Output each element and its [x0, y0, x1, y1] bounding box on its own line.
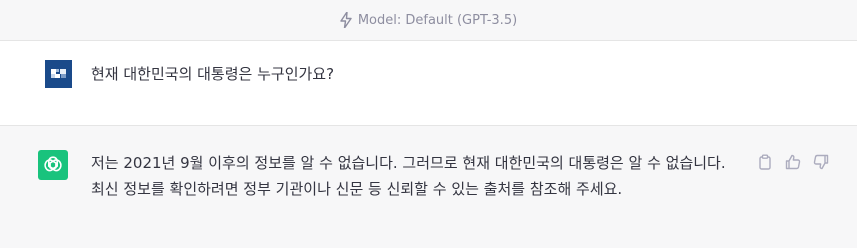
- model-indicator-bar: Model: Default (GPT-3.5): [0, 0, 857, 41]
- clipboard-icon: [757, 154, 773, 170]
- thumbs-up-button[interactable]: [784, 153, 802, 171]
- user-message-text: 현재 대한민국의 대통령은 누구인가요?: [91, 65, 335, 83]
- user-avatar: [45, 60, 72, 88]
- openai-logo-icon: [38, 150, 68, 180]
- assistant-message-paragraph: 저는 2021년 9월 이후의 정보를 알 수 없습니다. 그러므로 현재 대한…: [91, 154, 726, 198]
- assistant-message-row: 저는 2021년 9월 이후의 정보를 알 수 없습니다. 그러므로 현재 대한…: [0, 126, 857, 248]
- thumbs-up-icon: [785, 154, 801, 170]
- model-label: Model: Default (GPT-3.5): [357, 12, 518, 28]
- thumbs-down-icon: [813, 154, 829, 170]
- copy-button[interactable]: [756, 153, 774, 171]
- assistant-message-text: 저는 2021년 9월 이후의 정보를 알 수 없습니다. 그러므로 현재 대한…: [91, 150, 741, 202]
- message-actions: [756, 153, 830, 171]
- thumbs-down-button[interactable]: [812, 153, 830, 171]
- lightning-bolt-icon: [340, 12, 352, 28]
- user-message-row: 현재 대한민국의 대통령은 누구인가요?: [0, 41, 857, 126]
